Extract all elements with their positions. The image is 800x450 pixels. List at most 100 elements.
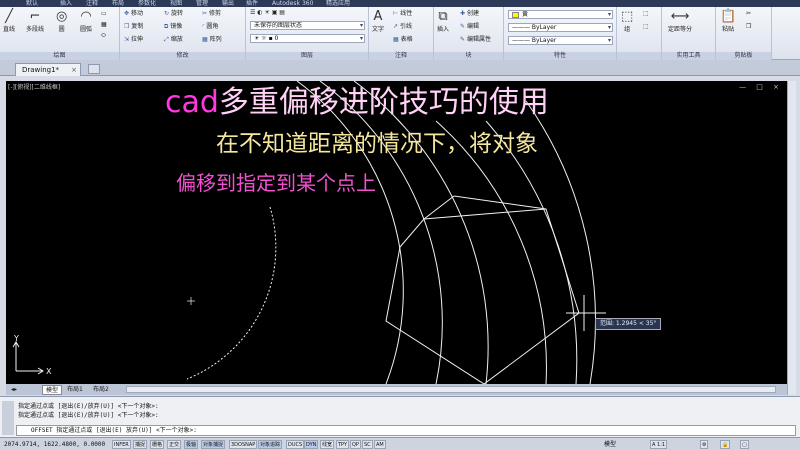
linetype-dropdown[interactable]: ——— ByLayer [508, 23, 613, 32]
horizontal-scrollbar[interactable] [126, 386, 776, 393]
insert-button[interactable]: ⧉ 插入 [437, 9, 449, 33]
new-drawing-tab-button[interactable] [88, 64, 100, 74]
move-button[interactable]: ✥ 移动 [124, 10, 143, 18]
group-edit-icon[interactable]: ⬚ [643, 23, 649, 31]
annotation-scale[interactable]: A 1:1 [650, 440, 668, 449]
layer-state-dropdown[interactable]: 未保存的图层状态 [250, 21, 365, 30]
rotate-button[interactable]: ↻ 旋转 [164, 10, 183, 18]
stretch-button[interactable]: ⇲ 拉伸 [124, 36, 143, 44]
status-qp[interactable]: QP [350, 440, 361, 449]
circle-button[interactable]: ◎ 圆 [56, 9, 67, 33]
table-button[interactable]: ▦ 表格 [393, 36, 413, 44]
status-dyn[interactable]: DYN [304, 440, 319, 449]
trim-button[interactable]: ✂ 修剪 [202, 10, 221, 18]
tab-insert[interactable]: 插入 [60, 0, 72, 7]
copy-button[interactable]: ❐ 复制 [124, 23, 143, 31]
tab-output[interactable]: 输出 [222, 0, 234, 7]
tab-annotate[interactable]: 注释 [86, 0, 98, 7]
status-am[interactable]: AM [374, 440, 386, 449]
command-input[interactable]: OFFSET 指定通过点或 [退出(E) 放弃(U)] <下一个对象>: [16, 425, 796, 436]
tab-autodesk360[interactable]: Autodesk 360 [272, 0, 313, 7]
status-snap[interactable]: 捕捉 [133, 440, 148, 449]
measure-icon: ⟷ [670, 9, 690, 24]
array-button[interactable]: ▦ 阵列 [202, 36, 222, 44]
scale-icon: ⤢ [164, 36, 169, 43]
leader-button[interactable]: ↗ 引线 [393, 23, 412, 31]
layout-nav-icon[interactable]: ◂▸ [8, 385, 20, 395]
modify-panel-title[interactable]: 修改 [120, 52, 245, 60]
status-grid[interactable]: 栅格 [150, 440, 165, 449]
layer-properties-icon[interactable]: ☰ ◐ ☀ ▣ ▤ [250, 9, 285, 17]
status-otrack[interactable]: 对象追踪 [258, 440, 283, 449]
layers-panel-title[interactable]: 图层 [246, 52, 368, 60]
fullscreen-icon[interactable]: ▢ [740, 440, 749, 449]
ellipse-icon[interactable]: ⬭ [101, 32, 106, 40]
create-block-button[interactable]: ✚ 创建 [460, 10, 479, 18]
linear-dim-button[interactable]: ⊢ 线性 [393, 10, 412, 18]
clipboard-panel-title[interactable]: 剪贴板 [716, 52, 771, 60]
workspace-gear-icon[interactable]: ⚙ [700, 440, 709, 449]
tab-layout[interactable]: 布局 [112, 0, 124, 7]
cut-icon[interactable]: ✂ [746, 10, 751, 18]
draw-panel-title[interactable]: 绘图 [0, 52, 119, 60]
line-icon: ╱ [5, 9, 13, 24]
status-3dosnap[interactable]: 3DOSNAP [229, 440, 258, 449]
ucs-icon [15, 343, 42, 372]
text-button[interactable]: A 文字 [372, 9, 384, 33]
polyline-button[interactable]: ⌐ 多段线 [26, 9, 44, 33]
tab-parametric[interactable]: 参数化 [138, 0, 156, 7]
viewport-controls[interactable]: [-][俯视][二维线框] [8, 82, 60, 91]
edit-attributes-button[interactable]: ✎ 编辑属性 [460, 36, 491, 44]
command-window-grip[interactable] [2, 401, 14, 435]
status-tpy[interactable]: TPY [336, 440, 350, 449]
edit-block-button[interactable]: ✎ 编辑 [460, 23, 479, 31]
layer-dropdown[interactable]: ☀ ☼ ▪ 0 [250, 34, 365, 43]
hatch-icon[interactable]: ▦ [101, 21, 107, 29]
tab-layout2[interactable]: 布局2 [90, 385, 112, 395]
annotation-panel-title[interactable]: 注释 [369, 52, 433, 60]
drawing-tab[interactable]: Drawing1* × [15, 63, 81, 76]
tab-manage[interactable]: 管理 [196, 0, 208, 7]
paste-button[interactable]: 📋 粘贴 [720, 9, 736, 33]
tab-home[interactable]: 默认 [26, 0, 38, 7]
line-button[interactable]: ╱ 直线 [3, 9, 15, 33]
status-polar[interactable]: 极轴 [184, 440, 199, 449]
drawing-viewport[interactable]: Y X [-][俯视][二维线框] — □ × cad多重偏移进阶技巧的使用 在… [6, 81, 787, 384]
lock-icon[interactable]: 🔒 [720, 440, 731, 449]
attribute-icon: ✎ [460, 36, 466, 43]
tab-plugins[interactable]: 插件 [246, 0, 258, 7]
status-ortho[interactable]: 正交 [167, 440, 182, 449]
ungroup-icon[interactable]: ⬚ [643, 10, 649, 18]
move-icon: ✥ [124, 10, 130, 17]
vertical-scrollbar[interactable] [787, 81, 796, 395]
tab-layout1[interactable]: 布局1 [64, 385, 86, 395]
measure-button[interactable]: ⟷ 定距等分 [668, 9, 692, 33]
fillet-icon: ◜ [202, 23, 205, 30]
status-infer[interactable]: INFER [112, 440, 131, 449]
status-osnap[interactable]: 对象捕捉 [201, 440, 226, 449]
viewport-window-buttons[interactable]: — □ × [739, 83, 783, 91]
utilities-panel-title[interactable]: 实用工具 [662, 52, 715, 60]
color-dropdown[interactable]: 黄 [508, 10, 613, 19]
status-sc[interactable]: SC [362, 440, 373, 449]
status-lineweight[interactable]: 线宽 [320, 440, 335, 449]
arc-button[interactable]: ◠ 圆弧 [80, 9, 92, 33]
fillet-button[interactable]: ◜ 圆角 [202, 23, 218, 31]
mirror-button[interactable]: ⧉ 镜像 [164, 23, 182, 31]
model-space-label[interactable]: 模型 [604, 438, 616, 450]
groups-panel-title[interactable] [617, 52, 661, 60]
close-tab-icon[interactable]: × [71, 64, 77, 76]
ucs-x-label: X [46, 367, 52, 376]
properties-panel-title[interactable]: 特性 [504, 52, 616, 60]
group-button[interactable]: ⬚ 组 [621, 9, 633, 33]
rectangle-icon[interactable]: ▭ [101, 10, 107, 18]
tab-model[interactable]: 模型 [42, 385, 63, 395]
ucs-arrows [12, 341, 44, 375]
tab-featured-apps[interactable]: 精选应用 [326, 0, 350, 7]
lineweight-dropdown[interactable]: ——— ByLayer [508, 36, 613, 45]
copy-clip-icon[interactable]: ❐ [746, 23, 751, 31]
scale-button[interactable]: ⤢ 缩放 [164, 36, 183, 44]
block-panel-title[interactable]: 块 [434, 52, 503, 60]
status-ducs[interactable]: DUCS [286, 440, 305, 449]
tab-view[interactable]: 视图 [170, 0, 182, 7]
